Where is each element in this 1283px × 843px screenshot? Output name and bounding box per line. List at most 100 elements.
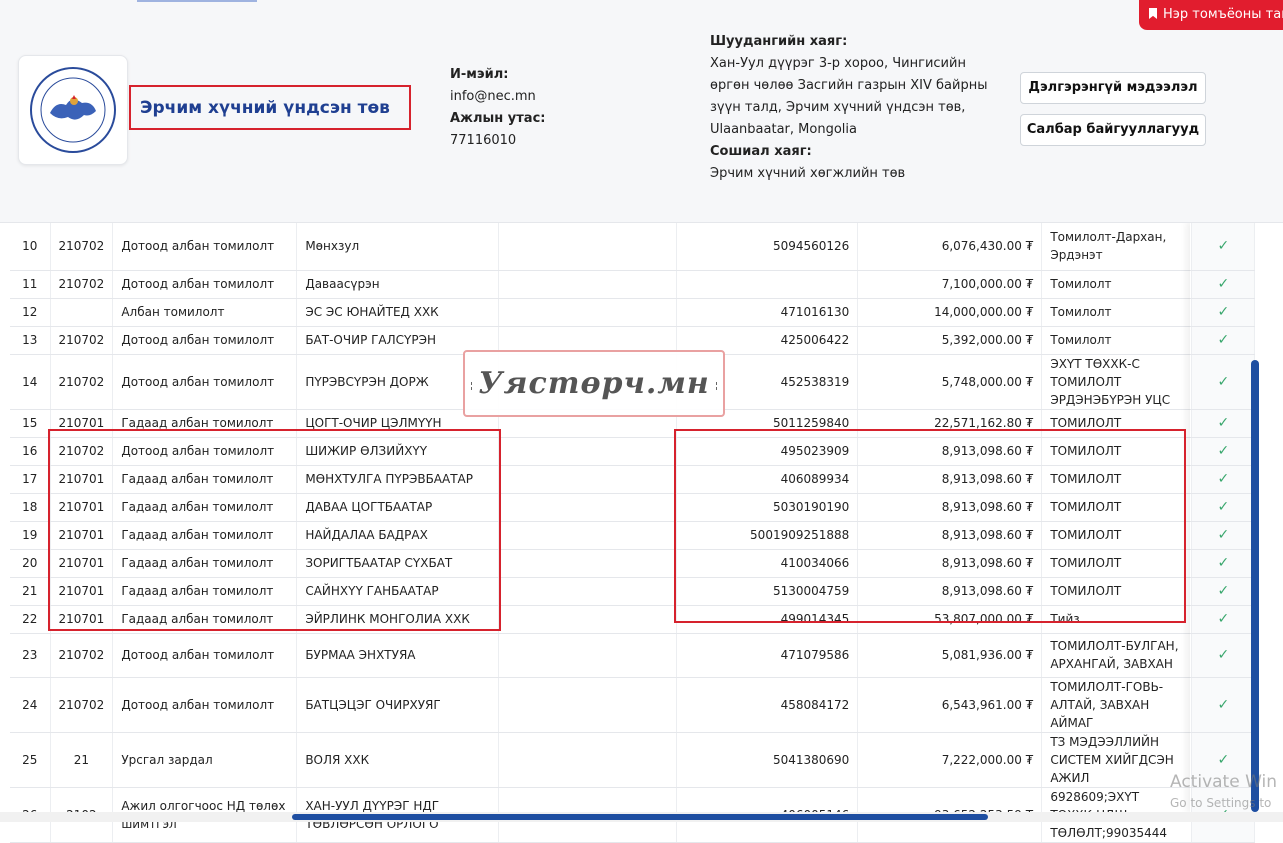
empty-cell: [498, 465, 678, 494]
empty-cell: [498, 549, 678, 578]
table-row[interactable]: 12 Албан томилолт ЭС ЭС ЮНАЙТЕД ХХК 4710161…: [10, 298, 1256, 327]
empty-cell: [498, 677, 678, 733]
expense-type-cell: Дотоод албан томилолт: [112, 354, 298, 410]
empty-cell: [498, 222, 678, 271]
amount-cell: 7,100,000.00 ₮: [857, 270, 1043, 299]
amount-cell: 8,913,098.60 ₮: [857, 493, 1043, 522]
check-icon: ✓: [1191, 409, 1256, 438]
phone-value: 77116010: [450, 133, 517, 148]
registration-number-cell: 499014345: [676, 605, 859, 634]
amount-cell: 5,392,000.00 ₮: [857, 326, 1043, 355]
recipient-name-cell: ДАВАА ЦОГТБААТАР: [296, 493, 500, 522]
address-line: Хан-Уул дүүрэг 3-р хороо, Чингисийн: [710, 56, 966, 71]
description-cell: Томилолт: [1041, 326, 1193, 355]
organization-name[interactable]: Эрчим хүчний үндсэн төв: [140, 98, 390, 118]
row-number-cell: 21: [10, 577, 51, 606]
table-row[interactable]: 10 210702 Дотоод албан томилолт Мөнхзул 5094…: [10, 222, 1256, 271]
table-row[interactable]: 17 210701 Гадаад албан томилолт МӨНХТУЛГА П…: [10, 465, 1256, 494]
address-line: өргөн чөлөө Засгийн газрын XIV байрны: [710, 78, 988, 93]
organization-logo: [18, 55, 128, 165]
expense-type-cell: Гадаад албан томилолт: [112, 549, 298, 578]
amount-cell: 7,222,000.00 ₮: [857, 732, 1043, 788]
contact-info: И-мэйл: info@nec.mn Ажлын утас: 77116010: [450, 64, 545, 152]
table-row[interactable]: 18 210701 Гадаад албан томилолт ДАВАА ЦОГТБ…: [10, 493, 1256, 522]
row-number-cell: 20: [10, 549, 51, 578]
amount-cell: 6,543,961.00 ₮: [857, 677, 1043, 733]
branches-button[interactable]: Салбар байгууллагууд: [1020, 114, 1206, 146]
expense-type-cell: Гадаад албан томилолт: [112, 521, 298, 550]
details-button[interactable]: Дэлгэрэнгүй мэдээлэл: [1020, 72, 1206, 104]
empty-cell: [498, 493, 678, 522]
check-icon: ✓: [1191, 521, 1256, 550]
empty-cell: [498, 437, 678, 466]
table-row[interactable]: 25 21 Урсгал зардал ВОЛЯ ХХК 5041380690 7,222…: [10, 732, 1256, 788]
registration-number-cell: 5001909251888: [676, 521, 859, 550]
top-accent-strip: [137, 0, 257, 2]
expense-type-cell: Дотоод албан томилолт: [112, 326, 298, 355]
description-cell: Тийз: [1041, 605, 1193, 634]
social-label: Сошиал хаяг:: [710, 144, 812, 159]
glossary-tab-label: Нэр томъёоны тайлбар: [1163, 7, 1283, 22]
email-value[interactable]: info@nec.mn: [450, 86, 545, 108]
horizontal-scrollbar-thumb[interactable]: [292, 814, 988, 820]
expense-type-cell: Дотоод албан томилолт: [112, 270, 298, 299]
row-number-cell: 14: [10, 354, 51, 410]
glossary-tab[interactable]: Нэр томъёоны тайлбар: [1139, 0, 1283, 30]
table-row[interactable]: 23 210702 Дотоод албан томилолт БУРМАА ЭНХТ…: [10, 633, 1256, 678]
registration-number-cell: 406089934: [676, 465, 859, 494]
description-cell: ЭХҮТ ТӨХХК-С ТОМИЛОЛТ ЭРДЭНЭБҮРЭН УЦС: [1041, 354, 1193, 410]
description-cell: ТОМИЛОЛТ: [1041, 409, 1193, 438]
watermark-logo: Уястөрч.мн: [463, 350, 725, 417]
table-row[interactable]: 16 210702 Дотоод албан томилолт ШИЖИР ӨЛЗИЙ…: [10, 437, 1256, 466]
row-number-cell: 12: [10, 298, 51, 327]
check-icon: ✓: [1191, 437, 1256, 466]
budget-code-cell: 210701: [50, 409, 114, 438]
table-row[interactable]: 11 210702 Дотоод албан томилолт Даваасүрэн 7…: [10, 270, 1256, 299]
amount-cell: 8,913,098.60 ₮: [857, 465, 1043, 494]
organization-name-highlight: Эрчим хүчний үндсэн төв: [129, 85, 411, 130]
empty-cell: [498, 732, 678, 788]
amount-cell: 22,571,162.80 ₮: [857, 409, 1043, 438]
empty-cell: [498, 577, 678, 606]
recipient-name-cell: ЭЙРЛИНК МОНГОЛИА ХХК: [296, 605, 500, 634]
table-row[interactable]: 22 210701 Гадаад албан томилолт ЭЙРЛИНК МОН…: [10, 605, 1256, 634]
check-icon: ✓: [1191, 465, 1256, 494]
registration-number-cell: 458084172: [676, 677, 859, 733]
expense-type-cell: Гадаад албан томилолт: [112, 493, 298, 522]
description-cell: ТОМИЛОЛТ: [1041, 521, 1193, 550]
amount-cell: 14,000,000.00 ₮: [857, 298, 1043, 327]
vertical-scrollbar-thumb[interactable]: [1251, 360, 1259, 812]
budget-code-cell: 210702: [50, 270, 114, 299]
description-cell: Томилолт: [1041, 298, 1193, 327]
table-row[interactable]: 19 210701 Гадаад албан томилолт НАЙДАЛАА БА…: [10, 521, 1256, 550]
email-label: И-мэйл:: [450, 67, 509, 82]
check-icon: ✓: [1191, 677, 1256, 733]
expense-type-cell: Дотоод албан томилолт: [112, 633, 298, 678]
table-row[interactable]: 24 210702 Дотоод албан томилолт БАТЦЭЦЭГ ОЧ…: [10, 677, 1256, 733]
budget-code-cell: 210702: [50, 354, 114, 410]
amount-cell: 5,081,936.00 ₮: [857, 633, 1043, 678]
horizontal-scrollbar[interactable]: [0, 812, 1283, 822]
phone-label: Ажлын утас:: [450, 111, 546, 126]
expense-type-cell: Гадаад албан томилолт: [112, 409, 298, 438]
budget-code-cell: 210702: [50, 633, 114, 678]
row-number-cell: 13: [10, 326, 51, 355]
amount-cell: 53,807,000.00 ₮: [857, 605, 1043, 634]
row-number-cell: 22: [10, 605, 51, 634]
description-cell: Томилолт-Дархан, Эрдэнэт: [1041, 222, 1193, 271]
amount-cell: 8,913,098.60 ₮: [857, 521, 1043, 550]
table-row[interactable]: 21 210701 Гадаад албан томилолт САЙНХҮҮ ГАН…: [10, 577, 1256, 606]
check-icon: ✓: [1191, 605, 1256, 634]
budget-code-cell: 210702: [50, 222, 114, 271]
expense-type-cell: Дотоод албан томилолт: [112, 437, 298, 466]
activate-windows-subtext: Go to Settings to: [1170, 796, 1272, 810]
expense-type-cell: Дотоод албан томилолт: [112, 222, 298, 271]
row-number-cell: 18: [10, 493, 51, 522]
budget-code-cell: 210701: [50, 521, 114, 550]
row-number-cell: 24: [10, 677, 51, 733]
table-row[interactable]: 20 210701 Гадаад албан томилолт ЗОРИГТБААТА…: [10, 549, 1256, 578]
social-value[interactable]: Эрчим хүчний хөгжлийн төв: [710, 163, 987, 185]
budget-code-cell: 210701: [50, 493, 114, 522]
check-icon: ✓: [1191, 326, 1256, 355]
description-cell: ТОМИЛОЛТ: [1041, 577, 1193, 606]
